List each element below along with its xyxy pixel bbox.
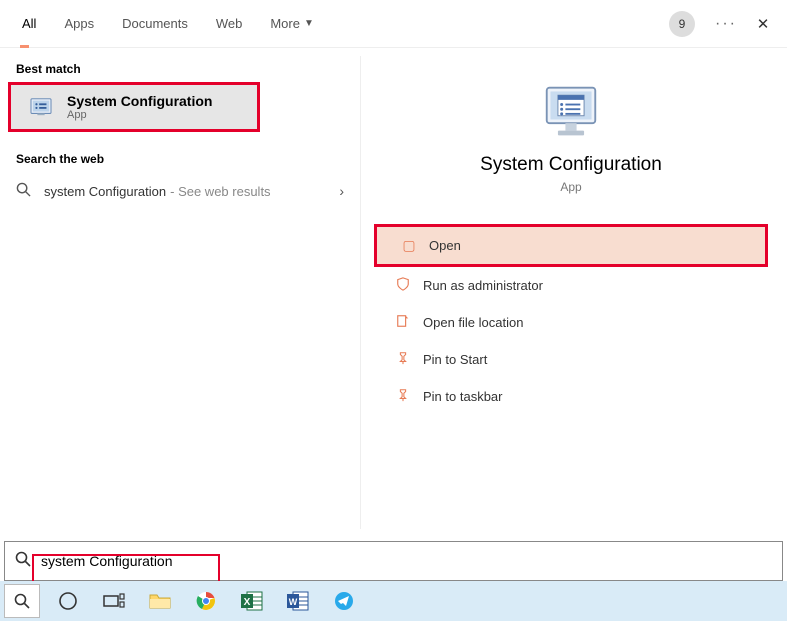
search-bar[interactable] (4, 541, 783, 581)
action-pin-to-taskbar[interactable]: Pin to taskbar (371, 378, 771, 415)
taskbar-excel-icon[interactable]: X (234, 584, 270, 618)
web-result-suffix: - See web results (170, 184, 270, 199)
shield-icon (389, 277, 417, 294)
tab-documents[interactable]: Documents (108, 0, 202, 48)
result-system-configuration[interactable]: System Configuration App (11, 85, 257, 129)
rewards-badge[interactable]: 9 (669, 11, 695, 37)
search-input[interactable] (41, 549, 782, 573)
close-button[interactable]: ✕ (747, 8, 779, 40)
open-icon: ▢ (395, 237, 423, 254)
action-pin-taskbar-label: Pin to taskbar (423, 389, 503, 404)
action-open-loc-label: Open file location (423, 315, 523, 330)
detail-pane: System Configuration App ▢ Open Run as a… (360, 56, 781, 529)
chevron-down-icon: ▼ (304, 18, 314, 29)
svg-text:X: X (244, 597, 251, 608)
web-result-row[interactable]: system Configuration - See web results › (0, 172, 360, 210)
svg-text:W: W (289, 597, 298, 607)
taskbar-telegram-icon[interactable] (326, 584, 362, 618)
result-title: System Configuration (67, 93, 212, 109)
web-result-text: system Configuration (44, 184, 166, 199)
best-match-label: Best match (0, 56, 360, 82)
taskbar-word-icon[interactable]: W (280, 584, 316, 618)
action-open[interactable]: ▢ Open (377, 227, 765, 264)
search-header: All Apps Documents Web More▼ 9 ··· ✕ (0, 0, 787, 48)
search-content: Best match System Configuration App Sear… (0, 48, 787, 535)
more-options-icon[interactable]: ··· (715, 15, 737, 33)
action-open-file-location[interactable]: Open file location (371, 304, 771, 341)
tab-web[interactable]: Web (202, 0, 257, 48)
folder-icon (389, 314, 417, 331)
action-open-label: Open (429, 238, 461, 253)
search-icon (5, 551, 41, 571)
chevron-right-icon: › (339, 183, 344, 199)
detail-title: System Configuration (371, 154, 771, 176)
pin-icon (389, 351, 417, 368)
action-pin-start-label: Pin to Start (423, 352, 487, 367)
taskbar: X W (0, 581, 787, 621)
tab-more[interactable]: More▼ (256, 0, 328, 48)
taskbar-file-explorer-icon[interactable] (142, 584, 178, 618)
results-column: Best match System Configuration App Sear… (0, 48, 360, 535)
detail-app-icon (371, 84, 771, 140)
detail-subtitle: App (371, 180, 771, 194)
action-pin-to-start[interactable]: Pin to Start (371, 341, 771, 378)
tab-all[interactable]: All (8, 0, 50, 48)
system-configuration-icon (27, 93, 55, 121)
tab-apps[interactable]: Apps (50, 0, 108, 48)
action-run-admin-label: Run as administrator (423, 278, 543, 293)
pin-icon (389, 388, 417, 405)
taskbar-chrome-icon[interactable] (188, 584, 224, 618)
search-web-label: Search the web (0, 146, 360, 172)
action-run-as-administrator[interactable]: Run as administrator (371, 267, 771, 304)
search-icon (16, 182, 34, 200)
result-subtitle: App (67, 109, 212, 121)
taskbar-search-button[interactable] (4, 584, 40, 618)
taskbar-cortana-icon[interactable] (50, 584, 86, 618)
taskbar-taskview-icon[interactable] (96, 584, 132, 618)
